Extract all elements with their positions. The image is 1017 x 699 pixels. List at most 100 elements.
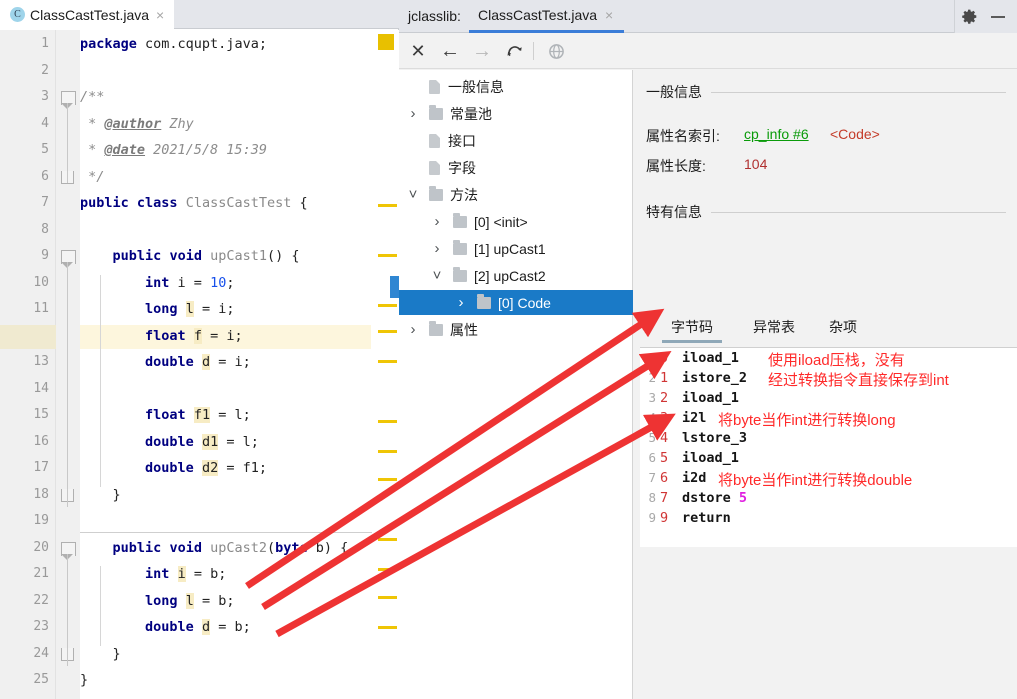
code-line[interactable]: double d1 = l; bbox=[80, 433, 259, 450]
marker-stripe[interactable] bbox=[378, 330, 397, 333]
chevron-right-icon[interactable]: › bbox=[405, 321, 421, 338]
code-line[interactable]: package com.cqupt.java; bbox=[80, 36, 267, 52]
marker-stripe[interactable] bbox=[378, 360, 397, 363]
tree-item-1[interactable]: › 常量池 bbox=[399, 101, 633, 126]
bytecode-opcode[interactable]: return bbox=[682, 510, 731, 526]
tree-item-0[interactable]: 一般信息 bbox=[399, 74, 633, 99]
tree-item-8[interactable]: › [0] Code bbox=[399, 290, 633, 315]
general-info-title: 一般信息 bbox=[646, 84, 702, 100]
bytecode-line-number: 5 bbox=[648, 430, 656, 445]
code-line[interactable]: */ bbox=[80, 169, 104, 185]
tab-exception-table[interactable]: 异常表 bbox=[744, 317, 804, 343]
bytecode-opcode[interactable]: i2l bbox=[682, 410, 706, 426]
bytecode-offset: 3 bbox=[660, 410, 669, 426]
bytecode-row[interactable]: 3 2 iload_1 bbox=[640, 390, 1017, 410]
marker-warning-square[interactable] bbox=[378, 34, 394, 50]
bytecode-row[interactable]: 6 5 iload_1 bbox=[640, 450, 1017, 470]
code-line[interactable]: } bbox=[80, 672, 88, 688]
tree-item-2[interactable]: 接口 bbox=[399, 128, 633, 153]
tree-item-4[interactable]: ˅ 方法 bbox=[399, 182, 633, 207]
tab-bytecode-label: 字节码 bbox=[671, 319, 713, 335]
bytecode-opcode[interactable]: i2d bbox=[682, 470, 706, 486]
tree-item-5[interactable]: › [0] <init> bbox=[399, 209, 633, 234]
gear-icon[interactable] bbox=[961, 8, 978, 30]
marker-stripe[interactable] bbox=[378, 420, 397, 423]
bytecode-opcode[interactable]: iload_1 bbox=[682, 350, 739, 366]
marker-stripe[interactable] bbox=[378, 254, 397, 257]
tab-bytecode[interactable]: 字节码 bbox=[662, 317, 722, 343]
bytecode-offset: 9 bbox=[660, 510, 669, 526]
chevron-down-icon[interactable]: ˅ bbox=[405, 186, 421, 203]
close-icon[interactable]: × bbox=[154, 8, 166, 22]
bytecode-listing[interactable]: 1 0 iload_1 2 1 istore_2 3 2 iload_1 4 3 i2l 5 4 lstor… bbox=[640, 347, 1017, 547]
marker-stripe[interactable] bbox=[378, 478, 397, 481]
jclasslib-toolbar: ✕ ← → bbox=[399, 33, 1017, 69]
bytecode-offset: 6 bbox=[660, 470, 669, 486]
code-line[interactable]: * @date 2021/5/8 15:39 bbox=[80, 142, 267, 158]
back-arrow-icon[interactable]: ← bbox=[439, 40, 461, 62]
marker-caret-position[interactable] bbox=[390, 276, 399, 298]
code-line[interactable]: long l = i; bbox=[80, 301, 234, 317]
bytecode-opcode[interactable]: iload_1 bbox=[682, 450, 739, 466]
tree-item-7[interactable]: ˅ [2] upCast2 bbox=[399, 263, 633, 288]
jclasslib-tab-bar: jclasslib: ClassCastTest.java × bbox=[399, 0, 1017, 33]
code-line[interactable]: int i = b; bbox=[80, 566, 226, 582]
tree-item-9[interactable]: › 属性 bbox=[399, 317, 633, 342]
marker-stripe[interactable] bbox=[378, 626, 397, 629]
marker-stripe[interactable] bbox=[378, 450, 397, 453]
code-line[interactable]: double d = b; bbox=[80, 619, 251, 635]
tree-item-3[interactable]: 字段 bbox=[399, 155, 633, 180]
code-line[interactable]: /** bbox=[80, 89, 104, 105]
refresh-icon[interactable] bbox=[503, 40, 525, 62]
marker-stripe[interactable] bbox=[378, 204, 397, 207]
close-icon[interactable]: × bbox=[603, 8, 615, 22]
bytecode-opcode[interactable]: istore_2 bbox=[682, 370, 747, 386]
section-divider bbox=[711, 211, 1006, 213]
editor-marker-strip[interactable] bbox=[371, 30, 399, 699]
code-line[interactable]: double d = i; bbox=[80, 354, 251, 370]
marker-stripe[interactable] bbox=[378, 568, 397, 571]
bytecode-line-number: 2 bbox=[648, 370, 656, 385]
chevron-right-icon[interactable]: › bbox=[429, 240, 445, 257]
code-editor-pane: C ClassCastTest.java × 12345678910111213… bbox=[0, 0, 399, 699]
bytecode-opcode[interactable]: iload_1 bbox=[682, 390, 739, 406]
code-line[interactable]: public void upCast2(byte b) { bbox=[80, 540, 349, 556]
bytecode-offset: 2 bbox=[660, 390, 669, 406]
code-line[interactable]: double d2 = f1; bbox=[80, 460, 267, 476]
editor-fold-column[interactable] bbox=[56, 30, 80, 699]
code-line[interactable]: float f1 = l; bbox=[80, 407, 251, 423]
bytecode-row[interactable]: 9 9 return bbox=[640, 510, 1017, 530]
bytecode-opcode[interactable]: lstore_3 bbox=[682, 430, 747, 446]
code-line[interactable]: int i = 10; bbox=[80, 275, 234, 291]
chevron-down-icon[interactable]: ˅ bbox=[429, 267, 445, 284]
code-line[interactable]: * @author Zhy bbox=[80, 116, 194, 132]
code-line[interactable]: float f = i; bbox=[80, 327, 243, 344]
tree-item-label: 方法 bbox=[450, 186, 478, 203]
marker-stripe[interactable] bbox=[378, 304, 397, 307]
editor-code-area[interactable]: package com.cqupt.java; /** * @author Zhy… bbox=[80, 30, 370, 699]
marker-stripe[interactable] bbox=[378, 538, 397, 541]
bytecode-opcode[interactable]: dstore 5 bbox=[682, 490, 747, 506]
jclasslib-tab-classcasttest[interactable]: ClassCastTest.java × bbox=[469, 0, 625, 33]
chevron-right-icon[interactable]: › bbox=[429, 213, 445, 230]
cp-info-link[interactable]: cp_info #6 bbox=[744, 126, 809, 142]
chevron-right-icon[interactable]: › bbox=[453, 294, 469, 311]
code-line[interactable]: } bbox=[80, 646, 121, 662]
marker-stripe[interactable] bbox=[378, 596, 397, 599]
tree-item-6[interactable]: › [1] upCast1 bbox=[399, 236, 633, 261]
editor-tab-classcasttest[interactable]: C ClassCastTest.java × bbox=[0, 0, 175, 29]
code-line[interactable]: long l = b; bbox=[80, 592, 234, 609]
chevron-right-icon[interactable]: › bbox=[405, 105, 421, 122]
code-line[interactable]: } bbox=[80, 487, 121, 503]
attribute-name-index-label: 属性名索引: bbox=[646, 128, 720, 144]
fold-guide bbox=[67, 262, 68, 507]
minimize-icon[interactable] bbox=[991, 16, 1005, 18]
code-line[interactable]: public class ClassCastTest { bbox=[80, 195, 308, 211]
code-line[interactable]: public void upCast1() { bbox=[80, 248, 300, 264]
close-icon[interactable]: ✕ bbox=[407, 40, 429, 62]
bytecode-row[interactable]: 8 7 dstore 5 bbox=[640, 490, 1017, 510]
bytecode-row[interactable]: 5 4 lstore_3 bbox=[640, 430, 1017, 450]
classfile-structure-tree[interactable]: 一般信息 › 常量池 接口 字段 ˅ 方法 › [0] <init> › [1] upCast1 ˅ [… bbox=[399, 70, 633, 699]
application-window: C ClassCastTest.java × 12345678910111213… bbox=[0, 0, 1017, 699]
tab-misc[interactable]: 杂项 bbox=[820, 317, 866, 343]
